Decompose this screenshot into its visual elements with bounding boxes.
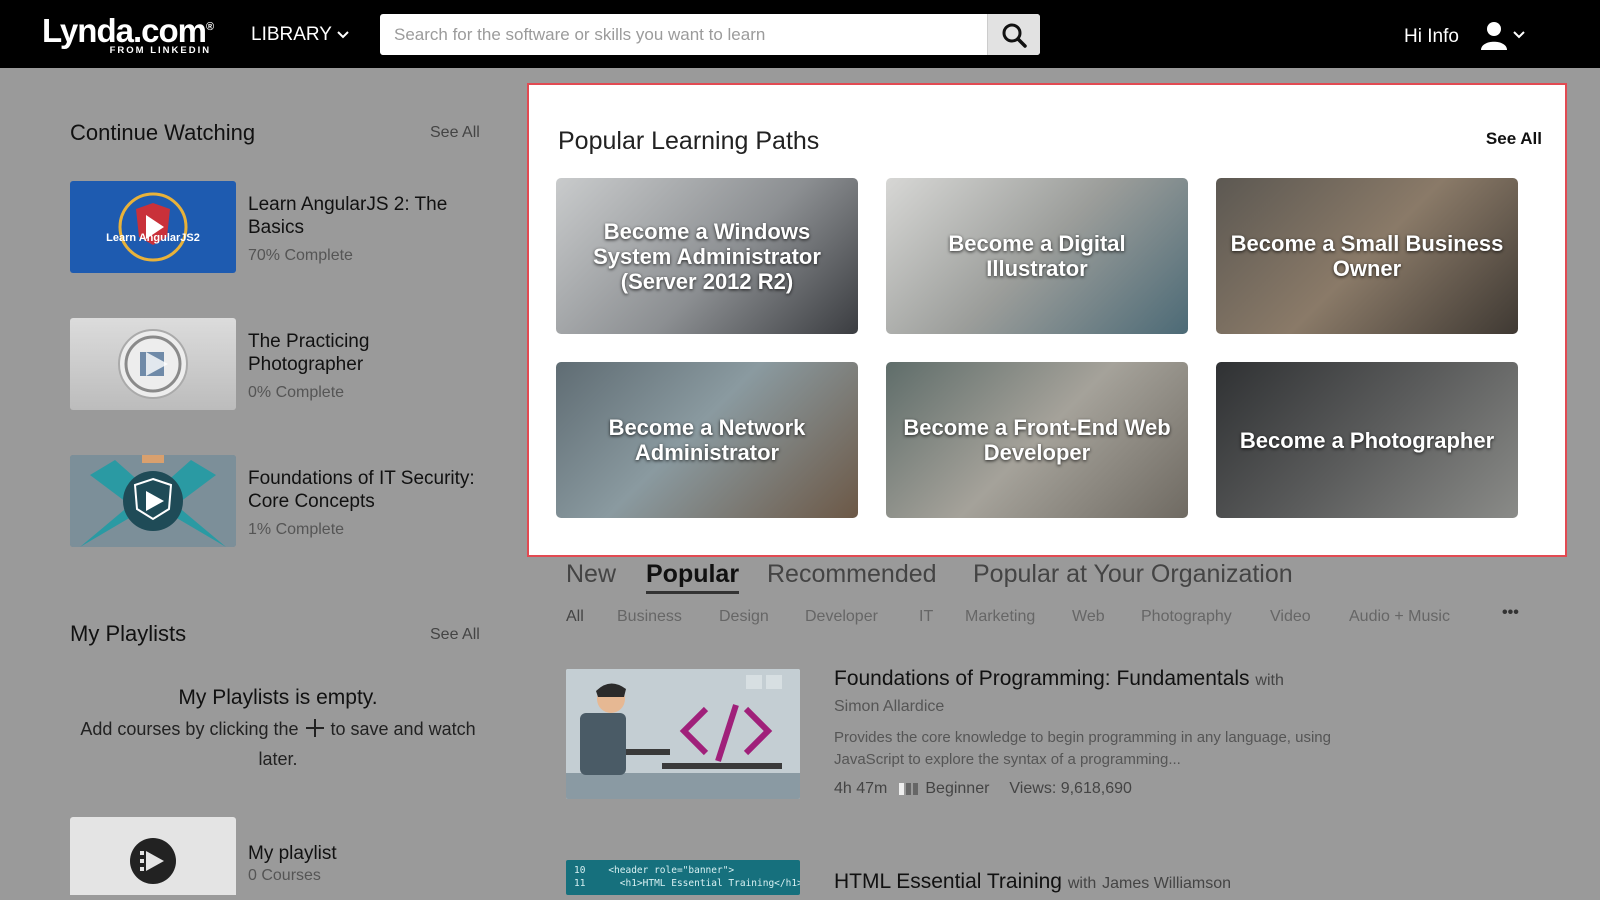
course-progress: 1% Complete — [248, 521, 345, 538]
course-thumbnail — [70, 318, 236, 410]
tab-popular-at-organization[interactable]: Popular at Your Organization — [973, 560, 1293, 589]
level-bars-icon — [899, 783, 919, 795]
thumbnail-caption: Learn AngularJS2 — [106, 232, 200, 244]
logo-registered-mark: ® — [205, 21, 214, 33]
category-video[interactable]: Video — [1270, 608, 1311, 626]
category-it[interactable]: IT — [919, 608, 933, 626]
category-photography[interactable]: Photography — [1141, 608, 1232, 626]
tab-new[interactable]: New — [566, 560, 616, 589]
course-author[interactable]: James Williamson — [1102, 875, 1231, 892]
lynda-logo[interactable]: Lynda.com® FROM LINKEDIN — [42, 10, 214, 57]
course-views: Views: 9,618,690 — [1009, 780, 1132, 797]
category-developer[interactable]: Developer — [805, 608, 878, 626]
learning-path-card[interactable]: Become a Network Administrator — [556, 362, 858, 518]
category-design[interactable]: Design — [719, 608, 769, 626]
course-thumbnail[interactable] — [566, 669, 800, 799]
course-title: Foundations of Programming: Fundamentals — [834, 667, 1250, 690]
empty-heading: My Playlists is empty. — [178, 686, 378, 709]
my-playlists-title: My Playlists — [70, 621, 187, 646]
account-menu[interactable] — [1480, 20, 1526, 50]
category-audio-music[interactable]: Audio + Music — [1349, 608, 1450, 626]
playlist-course-count: 0 Courses — [248, 867, 321, 884]
search-input[interactable] — [380, 14, 980, 55]
library-label: LIBRARY — [251, 24, 332, 45]
top-nav-bar: Lynda.com® FROM LINKEDIN LIBRARY Hi Info — [0, 0, 1600, 68]
learning-path-label: Become a Windows System Administrator (S… — [593, 218, 821, 294]
learning-path-card[interactable]: Become a Photographer — [1216, 362, 1518, 518]
learning-path-label: Become a Front-End Web Developer — [903, 415, 1171, 465]
playlist-thumbnail — [70, 817, 236, 895]
empty-description: Add courses by clicking the to save and … — [70, 714, 486, 774]
course-meta: 4h 47m Beginner Views: 9,618,690 — [834, 780, 1132, 798]
learning-path-card[interactable]: Become a Small Business Owner — [1216, 178, 1518, 334]
learning-paths-highlight: Popular Learning Paths See All Become a … — [527, 83, 1567, 557]
tab-popular[interactable]: Popular — [646, 560, 740, 594]
user-greeting: Hi Info — [1404, 26, 1459, 47]
learning-path-card[interactable]: Become a Windows System Administrator (S… — [556, 178, 858, 334]
continue-watching-see-all-link[interactable]: See All — [430, 124, 480, 142]
learning-path-label: Become a Small Business Owner — [1230, 231, 1504, 281]
learning-paths-see-all-link[interactable]: See All — [1486, 129, 1542, 149]
course-title: Foundations of IT Security: Core Concept… — [248, 468, 475, 512]
logo-text: Lynda.com — [42, 12, 207, 49]
shield-play-icon — [70, 455, 236, 547]
angular-play-icon — [118, 192, 188, 262]
tab-recommended[interactable]: Recommended — [767, 560, 937, 589]
chevron-down-icon — [337, 31, 349, 39]
course-thumbnail[interactable]: 10 <header role="banner"> 11 <h1>HTML Es… — [566, 860, 800, 895]
library-menu[interactable]: LIBRARY — [251, 24, 350, 46]
programming-illustration — [566, 669, 800, 799]
course-title-link[interactable]: HTML Essential Training with James Willi… — [834, 870, 1231, 894]
category-all[interactable]: All — [566, 608, 584, 626]
course-progress: 70% Complete — [248, 247, 353, 264]
code-line: 11 <h1>HTML Essential Training</h1> — [574, 878, 800, 889]
code-line: 10 <header role="banner"> — [574, 865, 735, 876]
learning-path-label: Become a Network Administrator — [608, 415, 806, 465]
course-duration: 4h 47m — [834, 780, 888, 797]
learning-path-card[interactable]: Become a Digital Illustrator — [886, 178, 1188, 334]
playlist-icon — [130, 838, 176, 884]
continue-watching-item[interactable]: Learn AngularJS2 Learn AngularJS 2: The … — [70, 181, 490, 273]
playlist-item[interactable]: My playlist 0 Courses — [70, 817, 490, 895]
playlists-see-all-link[interactable]: See All — [430, 626, 480, 644]
continue-watching-item[interactable]: The Practicing Photographer 0% Complete — [70, 318, 490, 410]
learning-path-label: Become a Photographer — [1239, 427, 1495, 453]
course-title-link[interactable]: Foundations of Programming: Fundamentals… — [834, 667, 1284, 691]
search-button[interactable] — [987, 14, 1040, 55]
more-categories-button[interactable]: ••• — [1502, 604, 1519, 622]
course-title: HTML Essential Training — [834, 870, 1062, 893]
playlist-name: My playlist — [248, 843, 337, 864]
play-icon — [118, 329, 188, 399]
continue-watching-title: Continue Watching — [70, 120, 256, 145]
learning-path-label: Become a Digital Illustrator — [948, 231, 1126, 281]
category-business[interactable]: Business — [617, 608, 682, 626]
course-thumbnail: Learn AngularJS2 — [70, 181, 236, 273]
learning-paths-panel: Popular Learning Paths See All Become a … — [540, 96, 1554, 546]
category-web[interactable]: Web — [1072, 608, 1105, 626]
course-level: Beginner — [899, 780, 989, 798]
course-description: Provides the core knowledge to begin pro… — [834, 729, 1331, 768]
course-with-label: with — [1255, 672, 1284, 689]
playlists-empty-state: My Playlists is empty. Add courses by cl… — [70, 686, 486, 774]
chevron-down-icon — [1513, 31, 1525, 39]
course-title: Learn AngularJS 2: The Basics — [248, 194, 448, 238]
course-progress: 0% Complete — [248, 384, 345, 401]
continue-watching-item[interactable]: Foundations of IT Security: Core Concept… — [70, 455, 490, 547]
learning-paths-title: Popular Learning Paths — [558, 127, 820, 155]
user-icon — [1481, 22, 1507, 50]
course-author[interactable]: Simon Allardice — [834, 698, 944, 716]
course-thumbnail — [70, 455, 236, 547]
course-with-label: with — [1067, 875, 1097, 892]
search-icon — [1002, 23, 1027, 48]
learning-path-card[interactable]: Become a Front-End Web Developer — [886, 362, 1188, 518]
course-level-label: Beginner — [925, 780, 990, 797]
course-title: The Practicing Photographer — [248, 331, 370, 375]
search-bar — [380, 14, 1040, 55]
category-marketing[interactable]: Marketing — [965, 608, 1035, 626]
plus-icon — [305, 719, 324, 737]
empty-text-before: Add courses by clicking the — [80, 719, 299, 739]
